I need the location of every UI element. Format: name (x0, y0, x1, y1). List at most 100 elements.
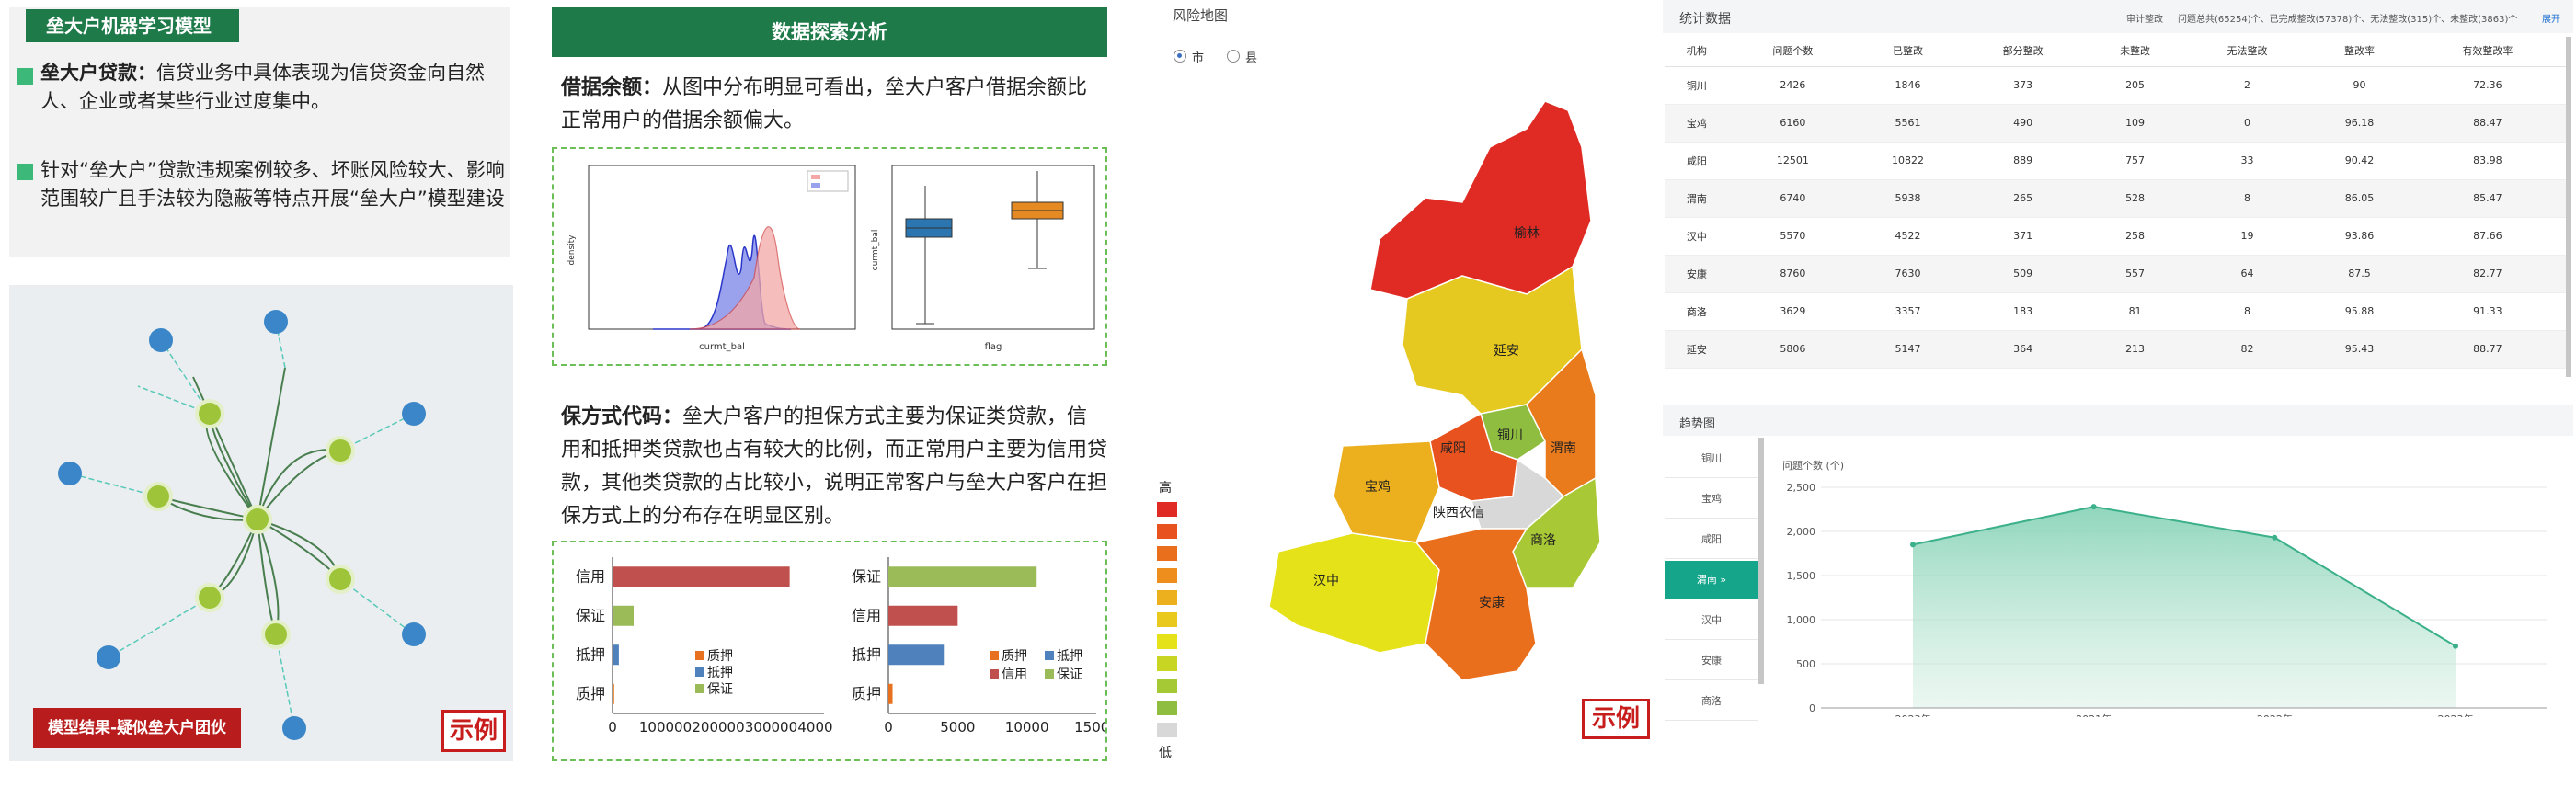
radio-county[interactable] (1227, 50, 1240, 63)
table-cell: 82 (2182, 330, 2312, 369)
x-tick-label: 400000 (797, 719, 833, 736)
table-cell: 86.05 (2311, 179, 2408, 218)
map-label-yanan: 延安 (1494, 344, 1519, 359)
trend-region-item[interactable]: 商洛 (1665, 682, 1758, 721)
y-tick-label: 2,000 (1787, 526, 1816, 538)
table-row[interactable]: 铜川 2426 1846 373 205 2 90 72.36 (1665, 66, 2568, 105)
table-cell: 0 (2182, 104, 2312, 143)
legend-swatch (1045, 669, 1054, 679)
table-cell: 528 (2087, 179, 2183, 218)
legend-swatch (1045, 651, 1054, 660)
table-cell: 7630 (1857, 255, 1959, 293)
trend-region-item[interactable]: 渭南 » (1665, 561, 1758, 599)
kde-chart: curmt_bal density (567, 165, 856, 352)
bar (888, 566, 1037, 587)
legend-label: 抵押 (707, 666, 733, 680)
table-cell: 91.33 (2407, 292, 2568, 331)
table-row[interactable]: 商洛 3629 3357 183 81 8 95.88 91.33 (1665, 292, 2568, 331)
legend-swatch (1157, 568, 1177, 583)
column-header[interactable]: 整改率 (2311, 35, 2408, 67)
bar-category-label: 抵押 (576, 645, 605, 663)
legend-label: 质押 (707, 649, 733, 664)
data-point (2453, 643, 2458, 649)
x-tick-label: 5000 (940, 719, 975, 736)
radio-city-label: 市 (1192, 51, 1205, 65)
table-row[interactable]: 安康 8760 7630 509 557 64 87.5 82.77 (1665, 255, 2568, 293)
guarantee-bar-chart-right: 保证信用抵押质押050001000015000质押抵押信用保证 (852, 557, 1105, 736)
y-tick-label: 1,500 (1787, 570, 1816, 582)
balance-description: 借据余额：从图中分布明显可看出，垒大户客户借据余额比正常用户的借据余额偏大。 (561, 72, 1107, 138)
region-yulin[interactable] (1369, 100, 1592, 300)
guarantee-bar-chart-left: 信用保证抵押质押0100000200000300000400000质押抵押保证 (576, 557, 833, 736)
column-header[interactable]: 部分整改 (1958, 35, 2088, 67)
table-cell: 95.43 (2311, 330, 2408, 369)
column-header[interactable]: 已整改 (1857, 35, 1959, 67)
intro-box (9, 7, 510, 257)
legend-swatch (990, 651, 999, 660)
table-cell: 6160 (1728, 104, 1858, 143)
region-hanzhong[interactable] (1268, 532, 1440, 654)
table-cell: 8 (2182, 179, 2312, 218)
column-header[interactable]: 未整改 (2087, 35, 2183, 67)
column-header[interactable]: 问题个数 (1728, 35, 1858, 67)
table-cell: 5938 (1857, 179, 1959, 218)
guarantee-term: 保方式代码： (561, 405, 683, 428)
table-row[interactable]: 汉中 5570 4522 371 258 19 93.86 87.66 (1665, 217, 2568, 256)
x-tick-label: 300000 (745, 719, 797, 736)
radio-city[interactable] (1174, 50, 1186, 63)
bullet-icon (17, 164, 33, 180)
column-header[interactable]: 有效整改率 (2407, 35, 2568, 67)
bar (613, 605, 634, 626)
bar-category-label: 保证 (852, 567, 881, 585)
model-result-banner: 模型结果-疑似垒大户团伙 (33, 708, 241, 748)
x-tick-label: 200000 (692, 719, 744, 736)
balance-term: 借据余额： (561, 76, 663, 99)
table-scrollbar[interactable] (2566, 37, 2571, 377)
trend-region-item[interactable]: 汉中 (1665, 601, 1758, 640)
table-cell: 95.88 (2311, 292, 2408, 331)
bar (888, 644, 945, 666)
summary-label: 审计整改 (2126, 15, 2163, 25)
legend-label: 保证 (1057, 667, 1082, 682)
data-point (1910, 542, 1916, 548)
table-row[interactable]: 渭南 6740 5938 265 528 8 86.05 85.47 (1665, 179, 2568, 218)
trend-region-item[interactable]: 铜川 (1665, 439, 1758, 478)
table-cell: 258 (2087, 217, 2183, 256)
legend-swatch (1157, 502, 1177, 517)
bullet-icon (17, 68, 33, 85)
table-cell: 265 (1958, 179, 2088, 218)
column-header[interactable]: 无法整改 (2182, 35, 2312, 67)
table-cell: 90.42 (2311, 142, 2408, 180)
trend-region-item[interactable]: 安康 (1665, 642, 1758, 680)
table-row[interactable]: 宝鸡 6160 5561 490 109 0 96.18 88.47 (1665, 104, 2568, 143)
table-cell: 1846 (1857, 66, 1959, 105)
x-tick-label: 2023年 (1895, 713, 1931, 717)
definition-text: 垒大户贷款：信贷业务中具体表现为信贷资金向自然人、企业或者某些行业过度集中。 (40, 59, 500, 116)
bar (888, 683, 893, 704)
kde-xlabel-text: curmt_bal (699, 342, 745, 352)
stats-table: 机构 问题个数 已整改 部分整改 未整改 无法整改 整改率 有效整改率 铜川 2426 1846 3… (1665, 35, 2568, 369)
trend-region-item[interactable]: 宝鸡 (1665, 480, 1758, 519)
y-tick-label: 0 (1809, 702, 1815, 714)
table-cell: 87.66 (2407, 217, 2568, 256)
trend-region-item[interactable]: 咸阳 (1665, 520, 1758, 559)
table-row[interactable]: 咸阳 12501 10822 889 757 33 90.42 83.98 (1665, 142, 2568, 180)
table-cell: 93.86 (2311, 217, 2408, 256)
table-cell: 371 (1958, 217, 2088, 256)
trend-area-chart: 问题个数 (个) 0 500 1,000 1,500 2,000 2,500 2023年 202… (1782, 460, 2547, 717)
table-row[interactable]: 延安 5806 5147 364 213 82 95.43 88.77 (1665, 330, 2568, 369)
x-tick-label: 2023年 (2438, 713, 2474, 717)
table-cell: 8 (2182, 292, 2312, 331)
column-header[interactable]: 机构 (1665, 35, 1729, 67)
table-cell: 33 (2182, 142, 2312, 180)
trend-list-scrollbar[interactable] (1758, 438, 1764, 684)
legend-swatch (990, 669, 999, 679)
table-cell: 5561 (1857, 104, 1959, 143)
expand-link[interactable]: 展开 (2542, 11, 2560, 25)
table-cell: 213 (2087, 330, 2183, 369)
definition-term: 垒大户贷款： (40, 62, 156, 84)
table-cell: 2426 (1728, 66, 1858, 105)
guarantee-description: 保方式代码：垒大户客户的担保方式主要为保证类贷款，信用和抵押类贷款也占有较大的比… (561, 401, 1107, 533)
table-cell: 109 (2087, 104, 2183, 143)
legend-high-label: 高 (1159, 481, 1172, 496)
